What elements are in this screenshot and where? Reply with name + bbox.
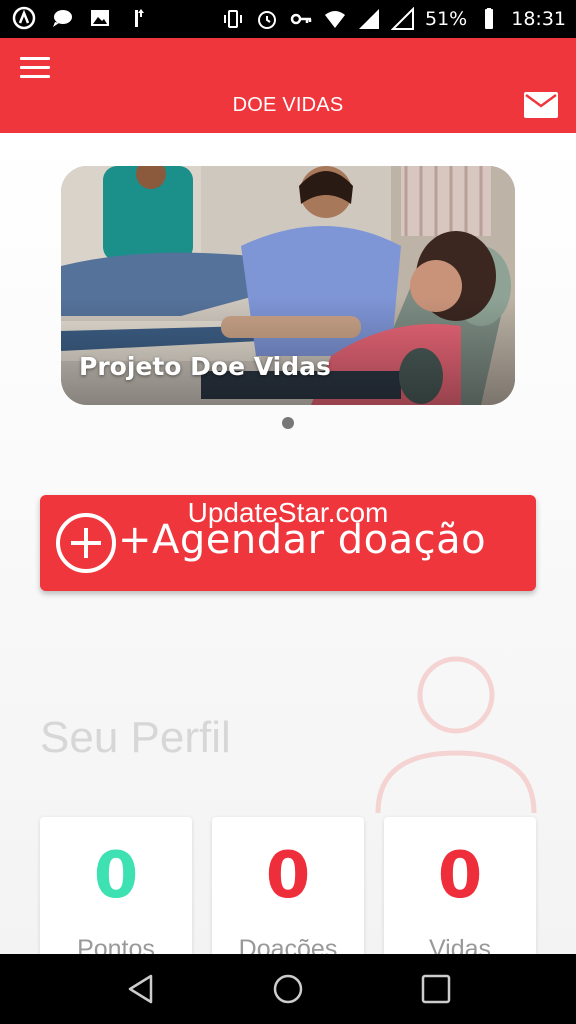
banner-caption: Projeto Doe Vidas xyxy=(79,352,331,381)
back-icon[interactable] xyxy=(123,971,159,1007)
stat-value: 0 xyxy=(93,839,139,913)
stat-label: Vidas xyxy=(428,935,492,954)
signal-icon xyxy=(357,7,381,31)
stat-label: Doações xyxy=(238,935,338,954)
image-icon xyxy=(88,6,112,30)
wifi-icon xyxy=(323,7,347,31)
schedule-donation-button[interactable]: +Agendar doação xyxy=(40,495,536,591)
upload-icon xyxy=(126,6,150,30)
navigation-bar xyxy=(0,954,576,1024)
alarm-icon xyxy=(255,7,279,31)
system-status: 51% 18:31 xyxy=(221,0,566,38)
banner-carousel[interactable]: Projeto Doe Vidas xyxy=(61,166,515,405)
plus-circle-icon xyxy=(56,513,116,573)
profile-section-title: Seu Perfil xyxy=(40,713,231,762)
stat-card-donations[interactable]: 0 Doações xyxy=(212,817,364,954)
battery-icon xyxy=(477,7,501,31)
signal-icon xyxy=(391,7,415,31)
main-content: Projeto Doe Vidas +Agendar doação Update… xyxy=(0,133,576,954)
hamburger-icon[interactable] xyxy=(20,57,50,79)
home-icon[interactable] xyxy=(270,971,306,1007)
mail-icon[interactable] xyxy=(524,92,558,118)
chat-icon xyxy=(50,6,74,30)
recents-icon[interactable] xyxy=(418,971,454,1007)
clock: 18:31 xyxy=(511,8,566,30)
stat-card-lives[interactable]: 0 Vidas xyxy=(384,817,536,954)
stat-value: 0 xyxy=(437,839,483,913)
schedule-donation-label: +Agendar doação xyxy=(118,517,487,563)
status-bar: 51% 18:31 xyxy=(0,0,576,38)
app-bar xyxy=(0,38,576,133)
stat-label: Pontos xyxy=(77,935,155,954)
vibrate-icon xyxy=(221,7,245,31)
app-title: DOE VIDAS xyxy=(232,94,344,116)
stat-value: 0 xyxy=(265,839,311,913)
stat-card-points[interactable]: 0 Pontos xyxy=(40,817,192,954)
carousel-indicator-dot[interactable] xyxy=(282,417,294,429)
key-icon xyxy=(289,7,313,31)
battery-percentage: 51% xyxy=(425,8,468,30)
android-icon xyxy=(12,6,36,30)
notification-icons xyxy=(12,6,150,30)
